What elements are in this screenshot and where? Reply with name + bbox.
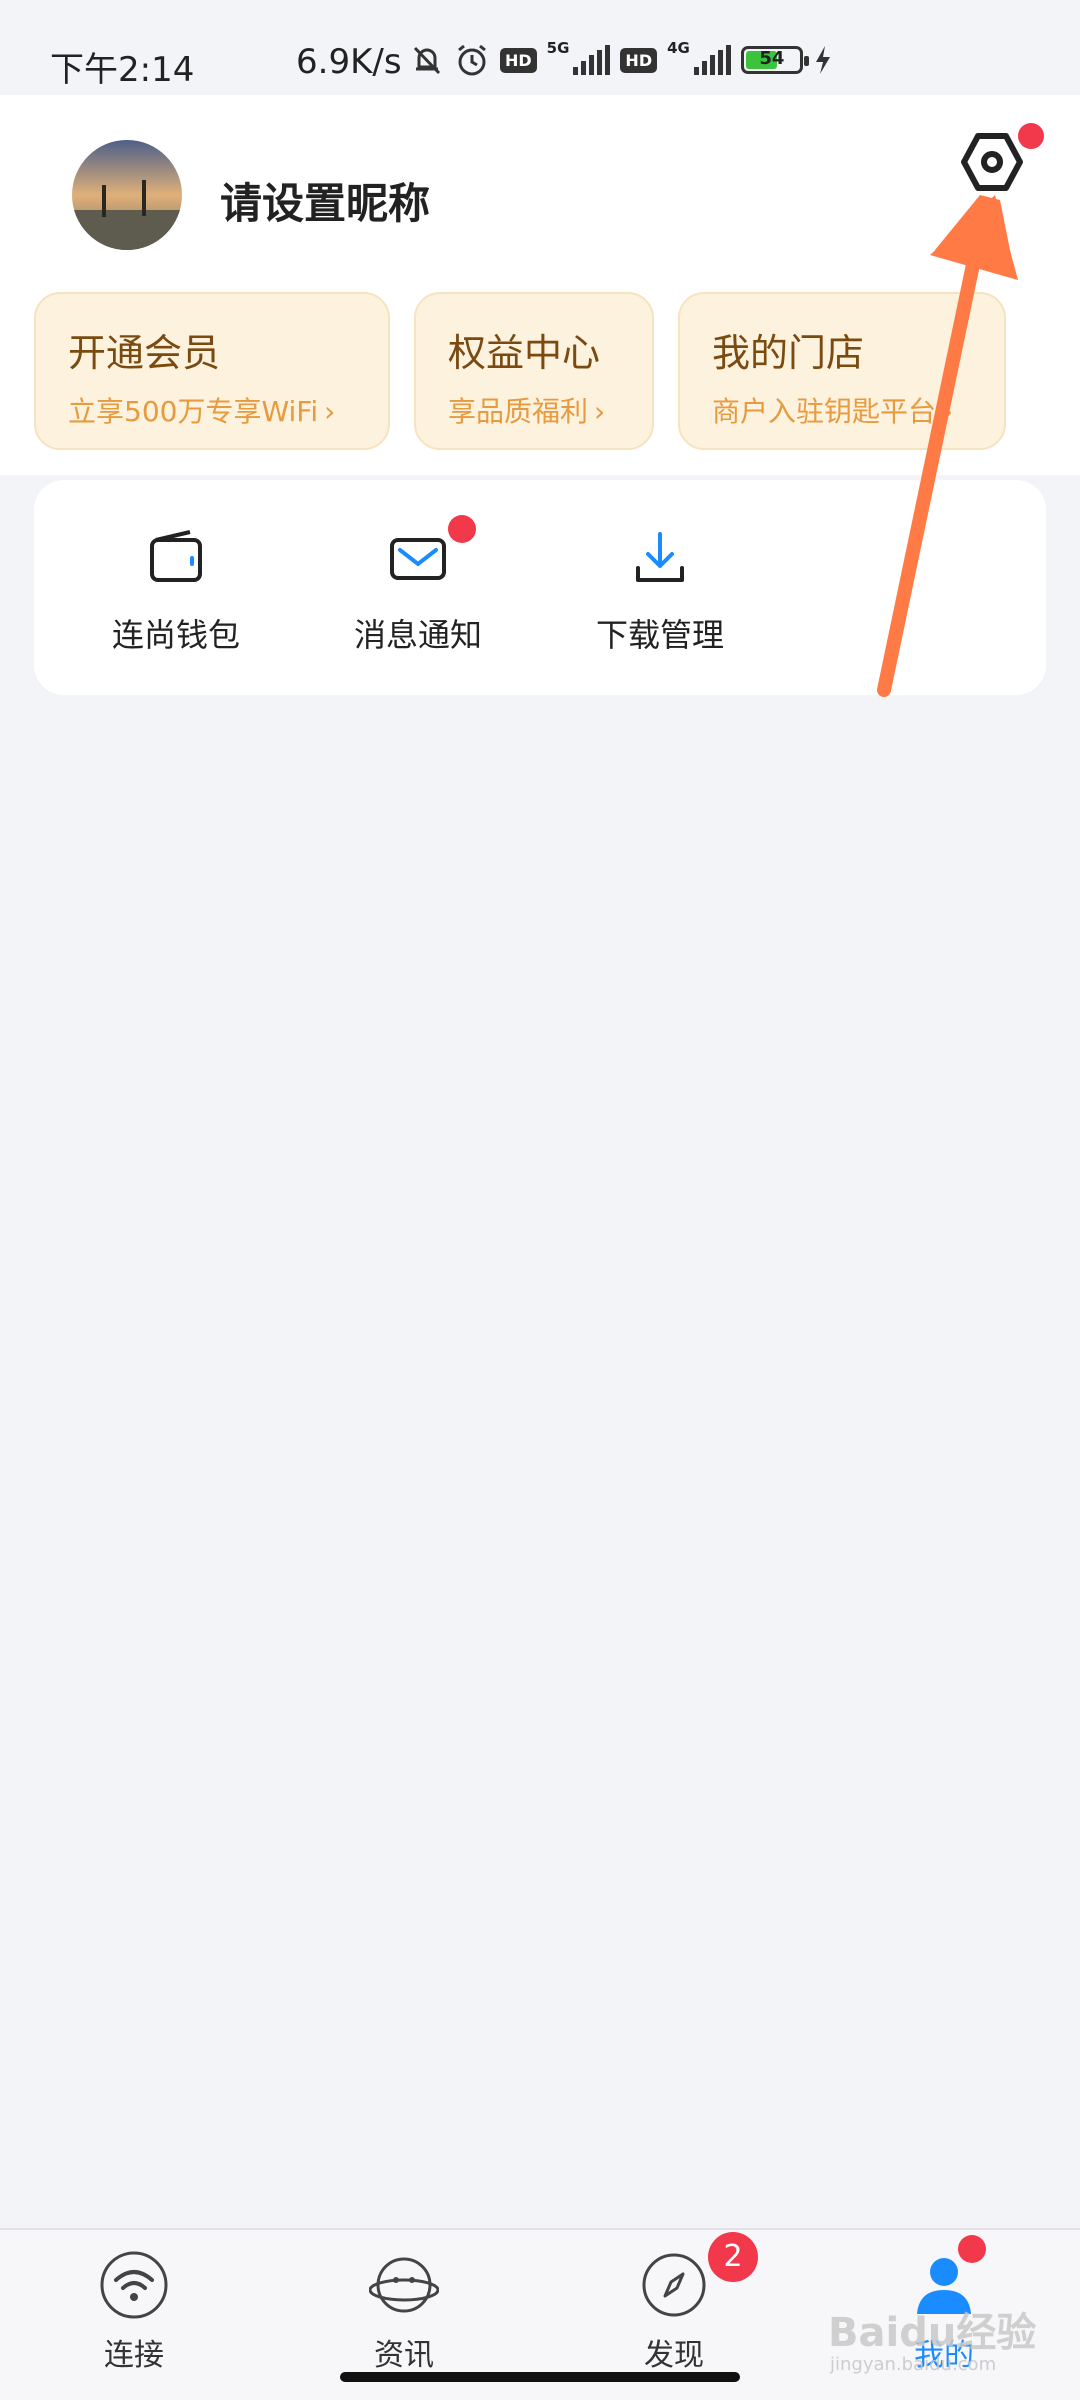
nav-label: 发现 [644,2338,704,2373]
settings-notification-dot [1018,123,1044,149]
settings-icon[interactable] [960,130,1024,194]
wallet-icon [150,530,202,582]
watermark-logo: Baidu经验 [828,2310,1037,2356]
status-time: 下午2:14 [50,50,195,90]
promo-subtitle: 享品质福利 › [448,395,606,428]
network-type-label-2: 4G [667,39,690,57]
promo-store-card[interactable]: 我的门店 商户入驻钥匙平台 › [678,292,1006,450]
promo-title: 权益中心 [448,331,601,375]
shortcut-label: 消息通知 [353,616,482,654]
promo-subtitle: 立享500万专享WiFi › [68,395,336,428]
nav-label: 资讯 [374,2338,434,2373]
hd-badge: HD [500,47,537,73]
compass-icon [642,2253,706,2317]
shortcut-label: 下载管理 [595,616,724,654]
shortcut-messages[interactable]: 消息通知 [318,528,518,678]
network-type-label: 5G [546,39,570,57]
shortcuts-card: 连尚钱包 消息通知 下载管理 [34,480,1046,695]
home-indicator[interactable] [340,2372,740,2382]
watermark-url: jingyan.baidu.com [830,2354,997,2375]
chevron-right-icon: › [324,395,336,428]
wifi-icon [100,2251,168,2319]
charging-icon [815,46,830,74]
planet-icon [368,2257,440,2313]
nav-label: 连接 [104,2338,164,2373]
avatar[interactable] [72,140,182,250]
avatar-landscape-image [72,140,182,250]
battery-level: 54 [759,48,785,69]
nickname-label[interactable]: 请设置昵称 [220,170,430,231]
nav-tab-connect[interactable]: 连接 [64,2250,204,2373]
shortcut-downloads[interactable]: 下载管理 [560,528,760,678]
download-icon [636,532,684,582]
alarm-icon [458,44,486,76]
chevron-right-icon: › [942,395,954,428]
hd-badge-2: HD [620,47,658,73]
nav-tab-news[interactable]: 资讯 [334,2250,474,2373]
shortcut-wallet[interactable]: 连尚钱包 [76,528,276,678]
discover-badge: 2 [708,2232,758,2282]
mail-icon [390,538,446,580]
me-notification-dot [958,2235,986,2263]
promo-title: 我的门店 [712,331,865,375]
promo-subtitle: 商户入驻钥匙平台 › [712,395,954,428]
profile-header: 请设置昵称 开通会员 立享500万专享WiFi › 权益中心 享品质福利 › 我的门… [0,95,1080,475]
status-bar: 下午2:14 6.9K/s HD 5G HD 4G 54 [0,0,1080,95]
messages-notification-dot [448,515,476,543]
status-icons: HD 5G HD 4G 54 [410,38,833,82]
shortcut-label: 连尚钱包 [111,616,240,654]
chevron-right-icon: › [594,395,606,428]
promo-membership-card[interactable]: 开通会员 立享500万专享WiFi › [34,292,390,450]
status-network-speed: 6.9K/s [296,42,402,82]
signal-bars-icon-2 [693,45,731,75]
battery-icon: 54 [740,46,809,74]
promo-title: 开通会员 [68,331,221,375]
promo-benefits-card[interactable]: 权益中心 享品质福利 › [414,292,654,450]
signal-bars-icon [573,45,611,75]
mute-bell-icon [413,46,441,75]
